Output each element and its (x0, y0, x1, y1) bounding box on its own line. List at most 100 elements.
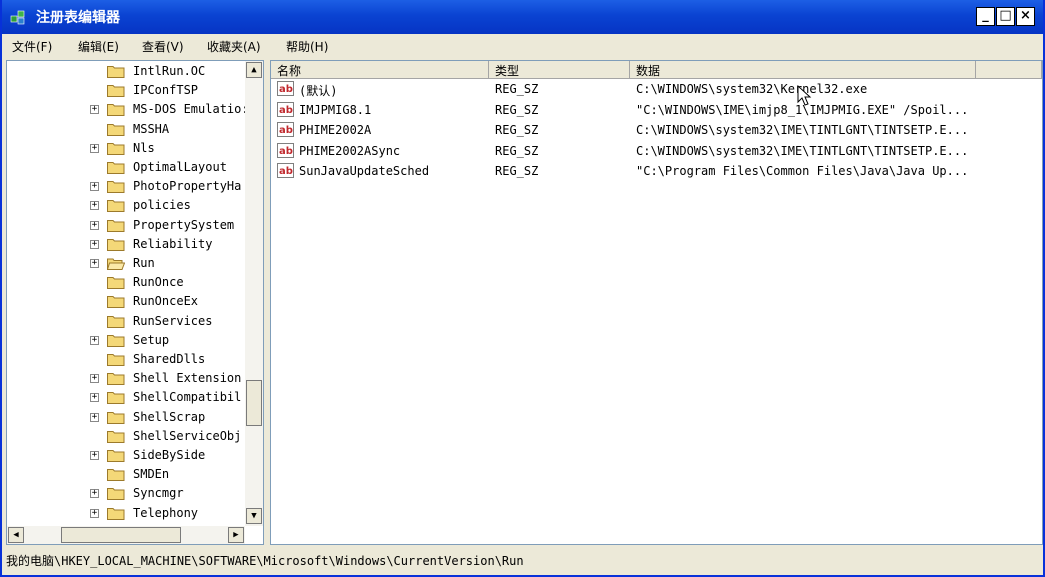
expand-icon[interactable]: + (90, 393, 99, 403)
string-value-icon: ab (277, 163, 294, 178)
expand-icon[interactable]: + (90, 335, 99, 345)
expand-icon[interactable]: + (90, 374, 99, 384)
tree-node-label: IPConfTSP (133, 83, 199, 98)
folder-icon (107, 219, 125, 232)
folder-icon (107, 104, 125, 117)
tree-node[interactable]: + ShellCompatibil (7, 388, 245, 407)
expand-icon[interactable]: + (90, 201, 99, 211)
tree-node-label: SideBySide (133, 448, 206, 462)
tree-node[interactable]: ShellServiceObj (7, 427, 245, 446)
tree-node[interactable]: + Telephony (7, 504, 245, 523)
expand-icon[interactable]: + (90, 508, 99, 518)
folder-icon (107, 469, 125, 482)
folder-icon (107, 85, 125, 98)
regedit-app-icon (10, 10, 25, 25)
expand-icon[interactable]: + (90, 412, 99, 422)
menu-edit[interactable]: 编辑(E) (78, 38, 119, 55)
folder-icon (107, 411, 125, 424)
tree-node[interactable]: + MS-DOS Emulatio: (7, 100, 249, 119)
tree-node[interactable]: + Shell Extension (7, 369, 245, 388)
tree-node[interactable]: SharedDlls (7, 350, 245, 369)
expand-icon[interactable]: + (90, 239, 99, 249)
string-value-icon: ab (277, 101, 294, 117)
folder-icon (107, 238, 125, 251)
folder-icon (107, 200, 125, 213)
tree-node[interactable]: IPConfTSP (7, 81, 245, 100)
tree-node[interactable]: IntlRun.OC (7, 62, 245, 81)
mouse-cursor-icon (797, 85, 812, 106)
expand-icon[interactable]: + (90, 105, 99, 115)
title-bar[interactable]: 注册表编辑器 _ □ × (2, 0, 1043, 34)
tree-node[interactable]: + PhotoPropertyHa (7, 177, 245, 196)
column-header-name[interactable]: 名称 (271, 61, 489, 79)
expand-icon[interactable]: + (90, 143, 99, 153)
tree-node[interactable]: + Run (7, 254, 245, 273)
tree-node[interactable]: RunOnce (7, 273, 245, 292)
folder-icon (107, 450, 125, 462)
expand-icon[interactable]: + (90, 489, 99, 499)
menu-favorites[interactable]: 收藏夹(A) (207, 38, 261, 55)
value-row[interactable]: ab SunJavaUpdateSched REG_SZ "C:\Program Fi… (271, 161, 1042, 181)
tree-vertical-scrollbar[interactable]: ▲ ▼ (245, 61, 263, 526)
cell-type: REG_SZ (495, 143, 539, 158)
tree-node[interactable]: SMDEn (7, 465, 245, 484)
cell-type: REG_SZ (495, 164, 539, 178)
cell-type: REG_SZ (495, 102, 539, 117)
tree-node[interactable]: + Syncmgr (7, 484, 245, 503)
folder-icon (107, 430, 125, 443)
expand-icon[interactable]: + (90, 220, 99, 230)
tree-node-label: RunServices (133, 313, 213, 328)
tree-node[interactable]: + SideBySide (7, 446, 245, 465)
menu-help[interactable]: 帮助(H) (286, 38, 328, 55)
folder-icon (107, 66, 125, 78)
tree-node[interactable]: + Nls (7, 139, 245, 158)
expand-icon[interactable]: + (90, 259, 99, 268)
scroll-right-icon[interactable]: ▶ (228, 527, 244, 543)
tree-node[interactable]: + PropertySystem (7, 216, 245, 235)
horizontal-scroll-thumb[interactable] (61, 527, 181, 543)
close-button[interactable]: × (1016, 7, 1035, 26)
scroll-thumb[interactable] (246, 380, 262, 426)
tree-node[interactable]: + policies (7, 196, 245, 215)
folder-icon (107, 315, 125, 328)
registry-values-list[interactable]: 名称 类型 数据 ab (默认) REG_SZ C:\WINDOWS\system32… (270, 60, 1043, 545)
folder-icon (107, 373, 125, 386)
expand-icon[interactable]: + (90, 182, 99, 192)
value-row[interactable]: ab (默认) REG_SZ C:\WINDOWS\system32\Kernel32… (271, 79, 1042, 99)
string-value-icon: ab (277, 81, 294, 96)
column-header-type[interactable]: 类型 (489, 61, 630, 79)
tree-node-label: RunOnceEx (133, 294, 199, 309)
scroll-up-icon[interactable]: ▲ (246, 62, 262, 78)
tree-node[interactable]: RunOnceEx (7, 292, 245, 311)
tree-node[interactable]: MSSHA (7, 120, 245, 139)
tree-node-label: Syncmgr (133, 486, 184, 501)
cell-data: "C:\Program Files\Common Files\Java\Java… (636, 164, 969, 178)
tree-node[interactable]: + ShellScrap (7, 408, 245, 427)
maximize-button[interactable]: □ (996, 7, 1015, 26)
cell-data: C:\WINDOWS\system32\Kernel32.exe (636, 82, 868, 96)
tree-node[interactable]: + Setup (7, 331, 245, 350)
tree-horizontal-scrollbar[interactable]: ◀ ▶ (7, 526, 245, 544)
expand-icon[interactable]: + (90, 451, 99, 460)
folder-icon (107, 488, 125, 501)
cell-name: IMJPMIG8.1 (299, 102, 372, 117)
value-row[interactable]: ab PHIME2002A REG_SZ C:\WINDOWS\system32\IM… (271, 120, 1042, 140)
tree-node[interactable]: RunServices (7, 312, 245, 331)
tree-node[interactable]: + Reliability (7, 235, 245, 254)
tree-node-label: PhotoPropertyHa (133, 179, 242, 194)
scroll-left-icon[interactable]: ◀ (8, 527, 24, 543)
column-header-data[interactable]: 数据 (630, 61, 976, 79)
value-row[interactable]: ab PHIME2002ASync REG_SZ C:\WINDOWS\system3… (271, 141, 1042, 161)
tree-node-label: Run (133, 256, 155, 270)
minimize-button[interactable]: _ (976, 7, 995, 26)
cell-data: C:\WINDOWS\system32\IME\TINTLGNT\TINTSET… (636, 123, 969, 137)
tree-node[interactable]: OptimalLayout (7, 158, 245, 177)
tree-node-label: MSSHA (133, 121, 170, 136)
svg-text:ab: ab (279, 84, 293, 95)
value-row[interactable]: ab IMJPMIG8.1 REG_SZ "C:\WINDOWS\IME\imjp8_… (271, 100, 1042, 120)
menu-file[interactable]: 文件(F) (12, 38, 52, 55)
tree-node-label: Shell Extension (133, 371, 242, 386)
registry-key-tree[interactable]: IntlRun.OC IPConfTSP + MS-DOS Emulatio: MSSH… (6, 60, 264, 545)
scroll-down-icon[interactable]: ▼ (246, 508, 262, 524)
menu-view[interactable]: 查看(V) (142, 38, 184, 55)
